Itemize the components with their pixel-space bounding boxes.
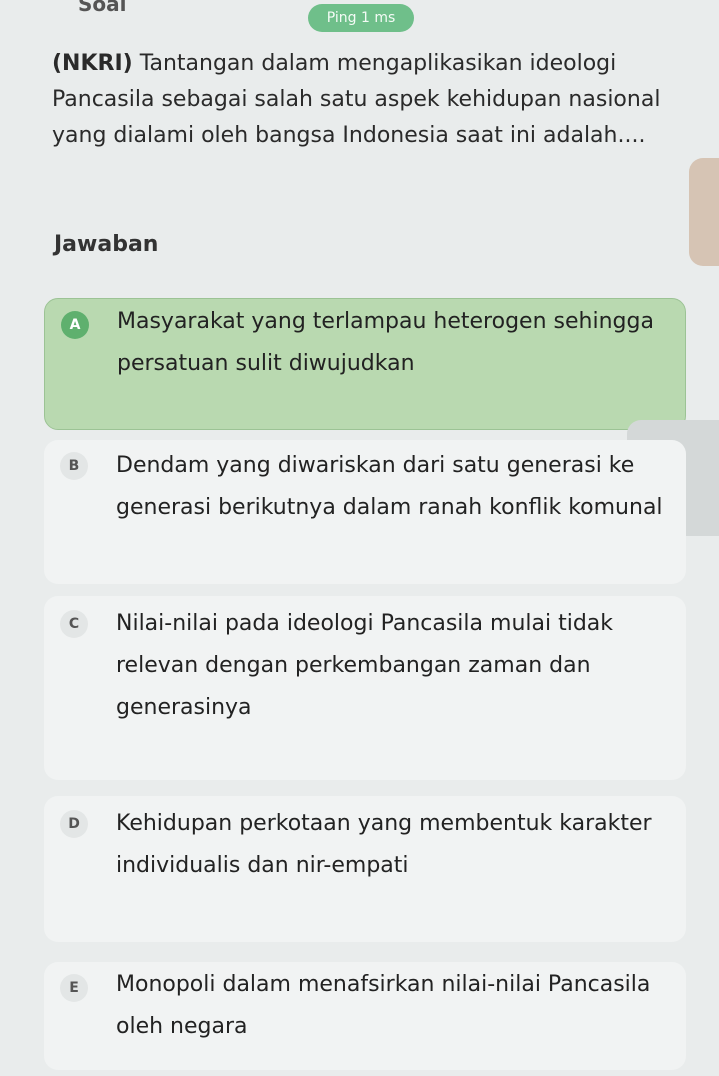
top-bar: Soal Ping 1 ms: [0, 0, 719, 34]
question-text: (NKRI) Tantangan dalam mengaplikasikan i…: [52, 46, 692, 154]
option-text-a: Masyarakat yang terlampau heterogen sehi…: [117, 309, 654, 376]
option-letter-a: A: [61, 311, 89, 339]
option-text-e: Monopoli dalam menafsirkan nilai-nilai P…: [116, 972, 651, 1039]
ping-badge: Ping 1 ms: [308, 4, 414, 32]
option-text-c: Nilai-nilai pada ideologi Pancasila mula…: [116, 611, 614, 720]
answer-heading: Jawaban: [54, 232, 159, 257]
option-letter-e: E: [60, 974, 88, 1002]
answer-option-d[interactable]: D Kehidupan perkotaan yang membentuk kar…: [44, 796, 686, 942]
screen-title: Soal: [78, 0, 127, 16]
option-letter-c: C: [60, 610, 88, 638]
answer-option-e[interactable]: E Monopoli dalam menafsirkan nilai-nilai…: [44, 962, 686, 1070]
question-body: Tantangan dalam mengaplikasikan ideologi…: [52, 51, 661, 148]
option-letter-b: B: [60, 452, 88, 480]
answer-option-b[interactable]: B Dendam yang diwariskan dari satu gener…: [44, 440, 686, 584]
option-text-d: Kehidupan perkotaan yang membentuk karak…: [116, 811, 652, 878]
option-letter-d: D: [60, 810, 88, 838]
answer-option-c[interactable]: C Nilai-nilai pada ideologi Pancasila mu…: [44, 596, 686, 780]
answer-option-a[interactable]: A Masyarakat yang terlampau heterogen se…: [44, 298, 686, 430]
side-panel-tab[interactable]: [689, 158, 719, 266]
question-tag: (NKRI): [52, 51, 133, 76]
option-text-b: Dendam yang diwariskan dari satu generas…: [116, 453, 663, 520]
